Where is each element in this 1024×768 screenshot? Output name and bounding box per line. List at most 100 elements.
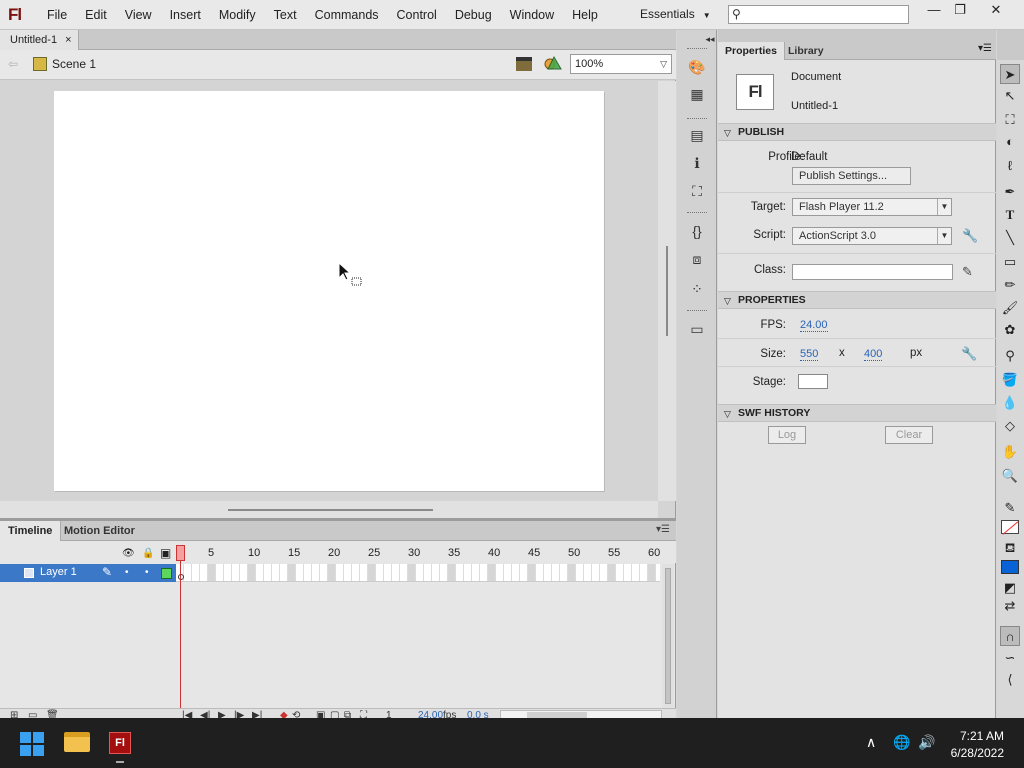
black-white-icon[interactable]: ◩	[1000, 578, 1020, 598]
menu-help[interactable]: Help	[563, 0, 607, 30]
motion-presets-icon[interactable]: ⁘	[688, 280, 706, 298]
menu-text[interactable]: Text	[265, 0, 306, 30]
back-arrow-icon[interactable]: ⇦	[8, 57, 18, 71]
zoom-select[interactable]: 100% ▽	[570, 54, 672, 74]
class-input[interactable]	[792, 264, 953, 280]
chevron-up-icon[interactable]: ∧	[866, 734, 876, 751]
swap-colors-icon[interactable]: ⇄	[1000, 596, 1020, 616]
grip-handle[interactable]	[687, 118, 707, 120]
zoom-tool-icon[interactable]: 🔍	[1000, 466, 1020, 486]
code-snippets-icon[interactable]: {}	[688, 222, 706, 240]
paint-bucket-tool-icon[interactable]: 🪣	[1000, 370, 1020, 390]
eyedropper-tool-icon[interactable]: 💧	[1000, 393, 1020, 413]
fill-color-swatch[interactable]	[1001, 560, 1019, 574]
restore-button[interactable]: ❐	[944, 0, 976, 22]
keyframe-icon[interactable]	[178, 574, 184, 580]
outline-color-swatch[interactable]	[161, 568, 172, 579]
collapse-arrows-icon[interactable]: ◂◂	[701, 30, 719, 48]
windows-start-icon[interactable]	[20, 732, 44, 756]
swf-history-section-header[interactable]: ▽ SWF HISTORY	[718, 404, 996, 422]
clear-button[interactable]: Clear	[885, 426, 933, 444]
pen-tool-icon[interactable]: ✒	[1000, 182, 1020, 202]
tab-library[interactable]: Library	[781, 42, 831, 60]
text-tool-icon[interactable]: T	[1000, 205, 1020, 225]
script-settings-wrench-icon[interactable]: 🔧	[962, 228, 978, 244]
color-palette-icon[interactable]: 🎨	[688, 58, 706, 76]
pasteboard[interactable]	[0, 81, 658, 501]
tab-timeline[interactable]: Timeline	[0, 521, 62, 541]
grip-handle[interactable]	[687, 48, 707, 50]
frame-strip[interactable]	[176, 564, 660, 582]
menu-edit[interactable]: Edit	[76, 0, 116, 30]
properties-section-header[interactable]: ▽ PROPERTIES	[718, 291, 996, 309]
workspace-switcher[interactable]: Essentials ▼	[640, 0, 711, 30]
width-value[interactable]: 550	[800, 348, 819, 361]
stage-canvas[interactable]	[54, 91, 604, 491]
show-hide-eye-icon[interactable]: 👁	[122, 548, 135, 559]
menu-window[interactable]: Window	[501, 0, 563, 30]
file-explorer-icon[interactable]	[64, 732, 90, 752]
rectangle-tool-icon[interactable]: ▭	[1000, 252, 1020, 272]
edit-scene-icon[interactable]	[516, 57, 532, 71]
bone-tool-icon[interactable]: ⚲	[1000, 346, 1020, 366]
scroll-thumb[interactable]	[666, 246, 668, 336]
flash-taskbar-icon[interactable]: Fl	[109, 732, 131, 754]
transform-icon[interactable]: ⛶	[688, 182, 706, 200]
stage-color-swatch[interactable]	[798, 374, 828, 389]
snap-magnet-icon[interactable]: ∩	[1000, 626, 1020, 646]
lasso-tool-icon[interactable]: ℓ	[1000, 156, 1020, 176]
panel-menu-icon[interactable]: ▾☰	[978, 43, 992, 54]
network-globe-icon[interactable]: 🌐	[893, 734, 910, 751]
eraser-tool-icon[interactable]: ◇	[1000, 416, 1020, 436]
free-transform-tool-icon[interactable]: ⛶	[1000, 110, 1020, 130]
project-icon[interactable]: ▭	[688, 320, 706, 338]
menu-debug[interactable]: Debug	[446, 0, 501, 30]
frame-ruler[interactable]: 1 5 10 15 20 25 30 35 40 45 50 55 60	[176, 541, 660, 563]
close-tab-icon[interactable]: ×	[65, 34, 71, 46]
stroke-color-swatch[interactable]	[1001, 520, 1019, 534]
components-icon[interactable]: ⧈	[688, 250, 706, 268]
3d-rotation-tool-icon[interactable]: ◐	[1000, 132, 1020, 152]
timeline-vertical-scrollbar[interactable]	[662, 564, 674, 709]
script-select[interactable]: ActionScript 3.0 ▼	[792, 227, 952, 245]
subselection-tool-icon[interactable]: ↖	[1000, 86, 1020, 106]
grip-handle[interactable]	[687, 212, 707, 214]
scene-label[interactable]: Scene 1	[52, 57, 96, 71]
tab-motion-editor[interactable]: Motion Editor	[56, 521, 143, 541]
edit-class-pencil-icon[interactable]: ✎	[962, 264, 973, 280]
menu-view[interactable]: View	[116, 0, 161, 30]
vertical-scrollbar[interactable]	[658, 81, 676, 501]
log-button[interactable]: Log	[768, 426, 806, 444]
tab-properties[interactable]: Properties	[718, 42, 785, 60]
frame-cells[interactable]	[176, 564, 660, 581]
menu-modify[interactable]: Modify	[210, 0, 265, 30]
brush-tool-icon[interactable]: 🖌	[1000, 298, 1020, 318]
grip-handle[interactable]	[687, 310, 707, 312]
swatches-grid-icon[interactable]: ▦	[688, 85, 706, 103]
hand-tool-icon[interactable]: ✋	[1000, 442, 1020, 462]
target-select[interactable]: Flash Player 11.2 ▼	[792, 198, 952, 216]
clock-time[interactable]: 7:21 AM	[960, 729, 1004, 743]
outline-icon[interactable]: ▣	[160, 546, 171, 560]
edit-symbols-icon[interactable]	[544, 55, 562, 71]
scroll-thumb[interactable]	[665, 568, 671, 704]
lock-dot-icon[interactable]: •	[145, 567, 149, 578]
info-icon[interactable]: ℹ	[688, 154, 706, 172]
layer-name[interactable]: Layer 1	[40, 566, 77, 578]
document-tab[interactable]: Untitled-1 ×	[0, 30, 79, 50]
menu-insert[interactable]: Insert	[161, 0, 210, 30]
document-settings-wrench-icon[interactable]: 🔧	[961, 346, 977, 362]
help-search-input[interactable]: ⚲	[728, 5, 909, 24]
deco-tool-icon[interactable]: ✿	[1000, 320, 1020, 340]
line-tool-icon[interactable]: ╲	[1000, 228, 1020, 248]
menu-commands[interactable]: Commands	[306, 0, 388, 30]
visibility-dot-icon[interactable]: •	[125, 567, 129, 578]
pencil-tool-icon[interactable]: ✏	[1000, 275, 1020, 295]
smooth-icon[interactable]: ∽	[1000, 648, 1020, 668]
menu-control[interactable]: Control	[388, 0, 446, 30]
selection-tool-icon[interactable]: ➤	[1000, 64, 1020, 84]
volume-icon[interactable]: 🔊	[918, 734, 935, 751]
horizontal-scrollbar[interactable]	[0, 501, 658, 518]
publish-settings-button[interactable]: Publish Settings...	[792, 167, 911, 185]
layer-row[interactable]: Layer 1 ✎ • •	[0, 564, 176, 582]
